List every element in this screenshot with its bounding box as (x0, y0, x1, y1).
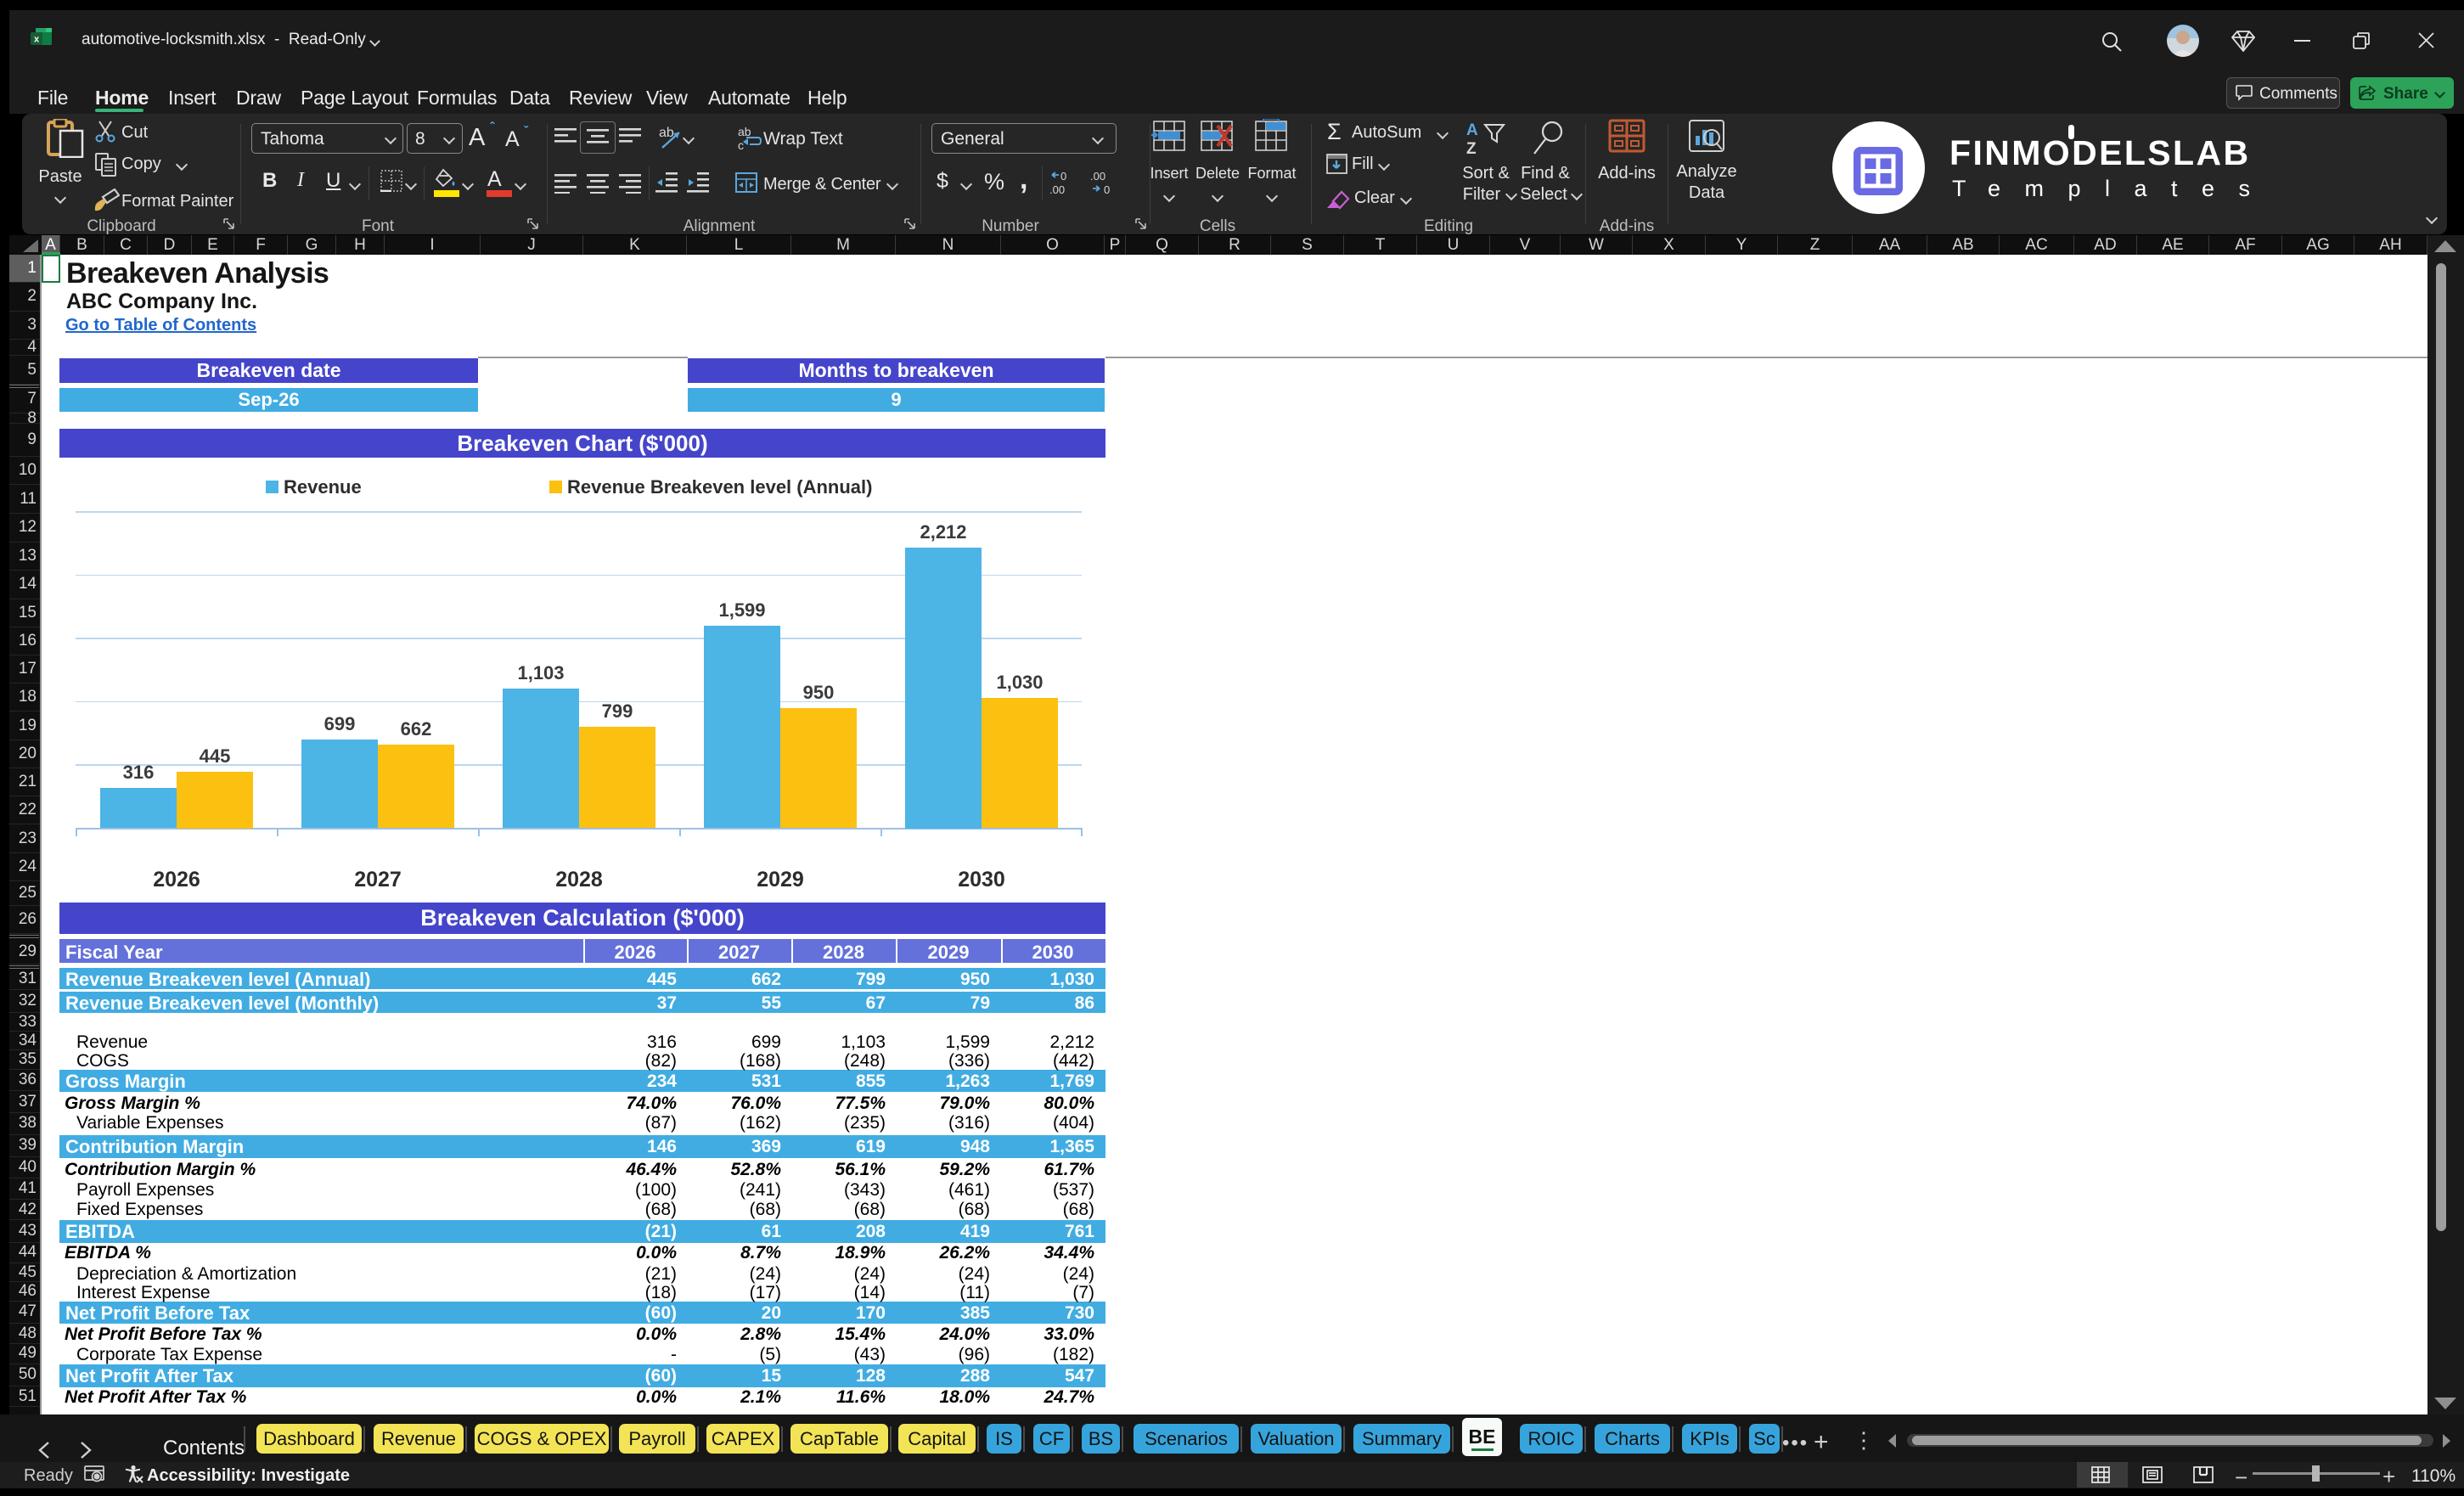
svg-text:ab: ab (738, 126, 751, 138)
svg-text:A: A (1466, 121, 1478, 139)
svg-text:.00: .00 (1090, 170, 1105, 183)
svg-text:.00: .00 (1049, 183, 1065, 195)
svg-text:0: 0 (1104, 183, 1110, 195)
svg-text:c: c (738, 138, 744, 151)
svg-text:0: 0 (1060, 170, 1066, 183)
svg-text:x: x (34, 35, 40, 45)
svg-text:Z: Z (1466, 140, 1477, 157)
